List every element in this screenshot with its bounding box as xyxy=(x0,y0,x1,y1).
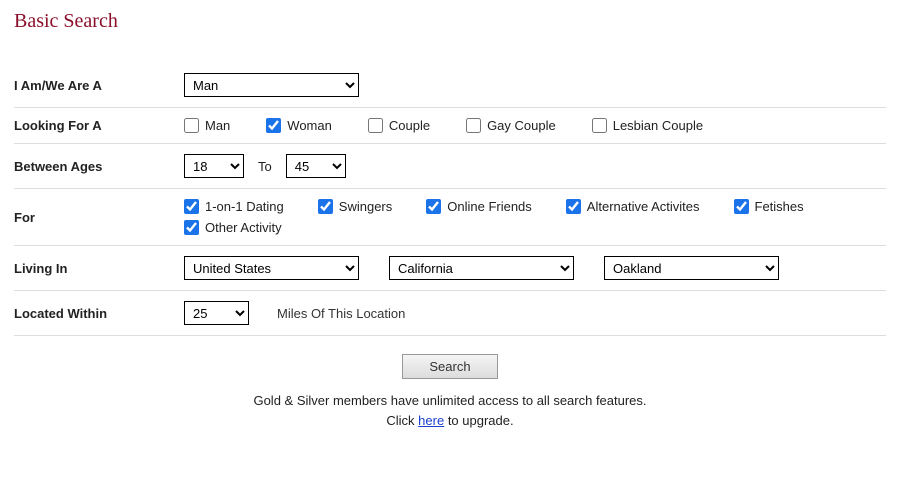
for-label: Fetishes xyxy=(755,199,804,214)
for-checkbox[interactable] xyxy=(184,199,199,214)
select-iam[interactable]: Man xyxy=(184,73,359,97)
label-ages: Between Ages xyxy=(14,159,184,174)
for-checkbox[interactable] xyxy=(566,199,581,214)
for-label: 1-on-1 Dating xyxy=(205,199,284,214)
footer-line2-suffix: to upgrade. xyxy=(444,413,513,428)
looking-for-option[interactable]: Man xyxy=(184,118,230,133)
row-ages: Between Ages 18 To 45 xyxy=(14,144,886,189)
footer-text: Gold & Silver members have unlimited acc… xyxy=(14,391,886,430)
looking-for-label: Man xyxy=(205,118,230,133)
label-for: For xyxy=(14,210,184,225)
select-age-to[interactable]: 45 xyxy=(286,154,346,178)
row-looking-for: Looking For A Man Woman Couple Gay Couple Le… xyxy=(14,108,886,144)
label-located-within: Located Within xyxy=(14,306,184,321)
footer-line1: Gold & Silver members have unlimited acc… xyxy=(253,393,646,408)
looking-for-option[interactable]: Couple xyxy=(368,118,430,133)
actions-row: Search xyxy=(14,354,886,379)
looking-for-label: Gay Couple xyxy=(487,118,556,133)
for-option[interactable]: Fetishes xyxy=(734,199,804,214)
row-living-in: Living In United States California Oakla… xyxy=(14,246,886,291)
label-iam: I Am/We Are A xyxy=(14,78,184,93)
select-city[interactable]: Oakland xyxy=(604,256,779,280)
for-option[interactable]: Alternative Activites xyxy=(566,199,700,214)
for-option[interactable]: Other Activity xyxy=(184,220,282,235)
for-checkbox[interactable] xyxy=(184,220,199,235)
label-looking-for: Looking For A xyxy=(14,118,184,133)
page-title: Basic Search xyxy=(14,10,886,33)
for-option[interactable]: Online Friends xyxy=(426,199,532,214)
row-located-within: Located Within 25 Miles Of This Location xyxy=(14,291,886,336)
looking-for-checkbox[interactable] xyxy=(368,118,383,133)
row-iam: I Am/We Are A Man xyxy=(14,63,886,108)
looking-for-option[interactable]: Lesbian Couple xyxy=(592,118,703,133)
for-label: Online Friends xyxy=(447,199,532,214)
for-checkbox[interactable] xyxy=(426,199,441,214)
footer-line2-prefix: Click xyxy=(386,413,418,428)
row-for: For 1-on-1 Dating Swingers Online Friends A… xyxy=(14,189,886,246)
for-checkbox[interactable] xyxy=(318,199,333,214)
select-age-from[interactable]: 18 xyxy=(184,154,244,178)
search-button[interactable]: Search xyxy=(402,354,497,379)
looking-for-label: Couple xyxy=(389,118,430,133)
for-checkbox[interactable] xyxy=(734,199,749,214)
for-option[interactable]: 1-on-1 Dating xyxy=(184,199,284,214)
miles-suffix: Miles Of This Location xyxy=(277,306,405,321)
looking-for-checkbox[interactable] xyxy=(184,118,199,133)
for-option[interactable]: Swingers xyxy=(318,199,392,214)
select-country[interactable]: United States xyxy=(184,256,359,280)
looking-for-option[interactable]: Gay Couple xyxy=(466,118,556,133)
ages-to-text: To xyxy=(258,159,272,174)
label-living-in: Living In xyxy=(14,261,184,276)
for-label: Alternative Activites xyxy=(587,199,700,214)
looking-for-checkbox[interactable] xyxy=(592,118,607,133)
select-distance[interactable]: 25 xyxy=(184,301,249,325)
looking-for-label: Woman xyxy=(287,118,332,133)
for-label: Other Activity xyxy=(205,220,282,235)
looking-for-checkbox[interactable] xyxy=(266,118,281,133)
upgrade-link[interactable]: here xyxy=(418,413,444,428)
for-label: Swingers xyxy=(339,199,392,214)
looking-for-label: Lesbian Couple xyxy=(613,118,703,133)
looking-for-option[interactable]: Woman xyxy=(266,118,332,133)
looking-for-checkbox[interactable] xyxy=(466,118,481,133)
select-region[interactable]: California xyxy=(389,256,574,280)
